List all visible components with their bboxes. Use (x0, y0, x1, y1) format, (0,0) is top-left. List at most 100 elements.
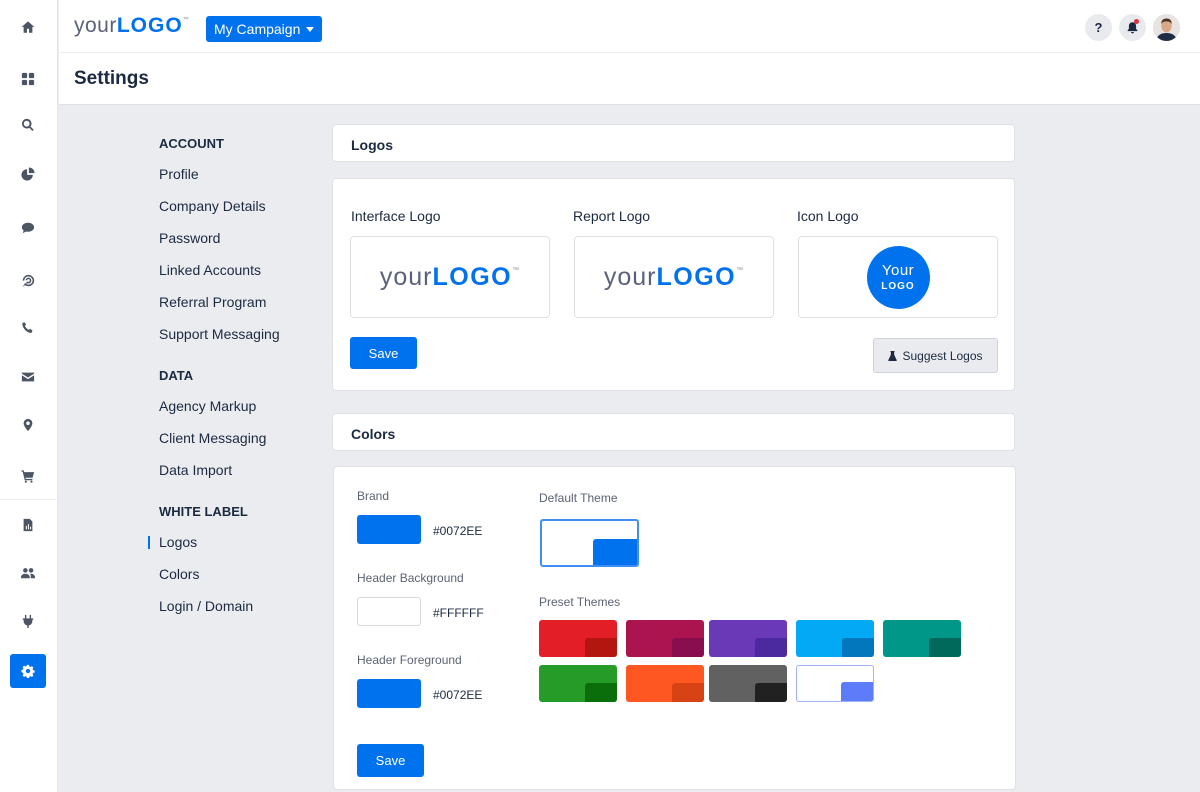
icon-logo-upload[interactable]: Your LOGO (798, 236, 998, 318)
nav-item-colors[interactable]: Colors (159, 558, 319, 590)
nav-heading-data: DATA (159, 368, 194, 383)
wordmark-logo: LOGO (432, 262, 513, 291)
nav-item-logos[interactable]: Logos (148, 526, 319, 558)
preset-theme-corner (929, 638, 961, 657)
wordmark-your: your (603, 262, 657, 291)
wordmark-tm: ™ (736, 266, 745, 274)
brand-color-value[interactable]: #0072EE (433, 524, 482, 538)
chevron-down-icon (306, 26, 315, 32)
rail-ecommerce[interactable] (10, 459, 46, 493)
header-bg-value[interactable]: #FFFFFF (433, 606, 484, 620)
report-logo-image: yourLOGO™ (604, 263, 744, 292)
chat-icon (21, 222, 35, 234)
phone-icon (22, 322, 33, 333)
nav-item-company-details[interactable]: Company Details (159, 190, 319, 222)
brand-color-label: Brand (357, 489, 390, 503)
preset-theme-teal[interactable] (883, 620, 961, 657)
nav-item-agency-markup[interactable]: Agency Markup (159, 390, 319, 422)
rail-users[interactable] (10, 556, 46, 590)
colors-header-card: Colors (332, 413, 1015, 451)
preset-theme-purple[interactable] (709, 620, 787, 657)
preset-theme-red[interactable] (539, 620, 617, 657)
rail-chat[interactable] (10, 211, 46, 245)
notifications-button[interactable] (1119, 14, 1146, 41)
preset-theme-crimson[interactable] (626, 620, 704, 657)
interface-logo-label: Interface Logo (351, 208, 441, 224)
campaign-dropdown-label: My Campaign (214, 21, 301, 37)
rail-settings[interactable] (10, 654, 46, 688)
rail-search[interactable] (10, 108, 46, 142)
rail-target[interactable] (10, 264, 46, 298)
nav-item-profile[interactable]: Profile (159, 158, 319, 190)
rail-home[interactable] (10, 10, 46, 44)
icon-logo-label: Icon Logo (797, 208, 859, 224)
preset-themes-label: Preset Themes (539, 595, 621, 609)
default-theme-preview[interactable] (540, 519, 639, 567)
flask-icon (888, 350, 898, 361)
rail-report-files[interactable] (10, 508, 46, 542)
preset-theme-sky[interactable] (796, 620, 874, 657)
logos-section-title: Logos (351, 137, 393, 153)
nav-group-white-label: WHITE LABEL Logos Colors Login / Domain (148, 505, 319, 622)
nav-item-linked-accounts[interactable]: Linked Accounts (159, 254, 319, 286)
preset-theme-corner (585, 683, 617, 702)
nav-item-data-import[interactable]: Data Import (159, 454, 319, 486)
report-logo-upload[interactable]: yourLOGO™ (574, 236, 774, 318)
colors-save-button[interactable]: Save (357, 744, 424, 777)
brand-color-swatch[interactable] (357, 515, 421, 544)
help-button[interactable]: ? (1085, 14, 1112, 41)
search-icon (22, 118, 34, 131)
nav-item-login-domain[interactable]: Login / Domain (159, 590, 319, 622)
rail-email[interactable] (10, 360, 46, 394)
default-theme-label: Default Theme (539, 491, 618, 505)
rail-dashboard[interactable] (10, 62, 46, 96)
preset-theme-corner (672, 638, 704, 657)
icon-logo-image: Your LOGO (866, 245, 930, 309)
rail-reports[interactable] (10, 157, 46, 191)
nav-group-data: DATA Agency Markup Client Messaging Data… (159, 369, 319, 486)
avatar-photo-icon (1153, 14, 1180, 41)
suggest-logos-button[interactable]: Suggest Logos (873, 338, 998, 373)
rail-integrations[interactable] (10, 604, 46, 638)
preset-theme-corner (755, 683, 787, 702)
campaign-dropdown[interactable]: My Campaign (206, 16, 323, 42)
header-bg-label: Header Background (357, 571, 464, 585)
help-icon: ? (1094, 20, 1103, 35)
settings-nav: ACCOUNT Profile Company Details Password… (148, 136, 319, 641)
preset-theme-white-indigo[interactable] (796, 665, 874, 702)
preset-theme-corner (842, 638, 874, 657)
colors-card: Brand #0072EE Header Background #FFFFFF … (333, 466, 1016, 790)
dashboard-icon (21, 72, 35, 86)
interface-logo-upload[interactable]: yourLOGO™ (350, 236, 550, 318)
header-fg-swatch[interactable] (357, 679, 421, 708)
icon-logo-line1: Your (881, 261, 915, 279)
suggest-logos-label: Suggest Logos (902, 348, 983, 363)
rail-calls[interactable] (10, 311, 46, 345)
logos-save-button[interactable]: Save (350, 337, 417, 369)
nav-heading-account: ACCOUNT (159, 136, 224, 151)
wordmark-logo: LOGO (656, 262, 737, 291)
preset-theme-orange[interactable] (626, 665, 704, 702)
notification-badge (1134, 19, 1139, 24)
user-avatar[interactable] (1153, 14, 1180, 41)
nav-item-support-messaging[interactable]: Support Messaging (159, 318, 319, 350)
home-icon (21, 21, 35, 33)
logos-header-card: Logos (332, 124, 1015, 162)
header-fg-value[interactable]: #0072EE (433, 688, 482, 702)
rail-locations[interactable] (10, 408, 46, 442)
default-theme-corner (593, 539, 637, 565)
report-logo-label: Report Logo (573, 208, 651, 224)
preset-theme-corner (672, 683, 704, 702)
header-bg-swatch[interactable] (357, 597, 421, 626)
wordmark-tm: ™ (512, 266, 521, 274)
preset-theme-gray[interactable] (709, 665, 787, 702)
nav-item-password[interactable]: Password (159, 222, 319, 254)
nav-item-client-messaging[interactable]: Client Messaging (159, 422, 319, 454)
preset-theme-green[interactable] (539, 665, 617, 702)
brand-logo[interactable]: yourLOGO™ (74, 14, 189, 38)
brand-logo-your: your (74, 14, 117, 37)
report-icon (23, 518, 33, 532)
interface-logo-image: yourLOGO™ (380, 263, 520, 292)
nav-item-referral-program[interactable]: Referral Program (159, 286, 319, 318)
rail-divider (0, 499, 58, 500)
